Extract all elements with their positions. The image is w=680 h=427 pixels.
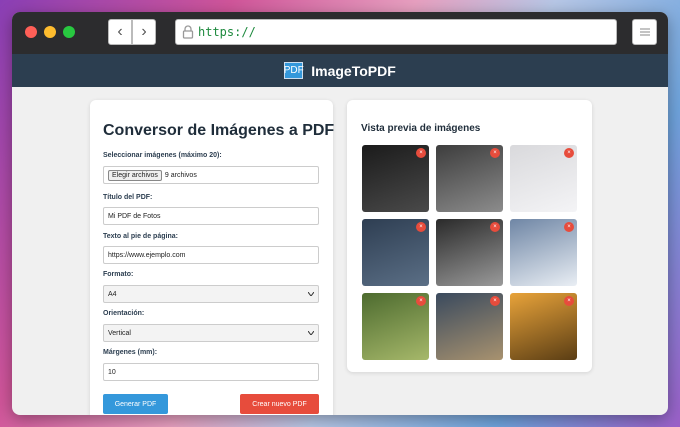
browser-chrome: ‹ › https:// — [12, 12, 668, 54]
format-label: Formato: — [103, 271, 134, 278]
orientation-label: Orientación: — [103, 310, 145, 317]
chevron-down-icon — [308, 292, 314, 296]
remove-image-button[interactable]: × — [564, 148, 574, 158]
chevron-left-icon: ‹ — [117, 23, 123, 40]
file-status: 9 archivos — [164, 171, 197, 179]
remove-image-button[interactable]: × — [490, 296, 500, 306]
remove-image-button[interactable]: × — [490, 222, 500, 232]
remove-image-button[interactable]: × — [490, 148, 500, 158]
chevron-right-icon: › — [141, 23, 147, 40]
margins-input[interactable]: 10 — [103, 363, 319, 381]
margins-label: Márgenes (mm): — [103, 349, 158, 356]
remove-image-button[interactable]: × — [416, 148, 426, 158]
remove-image-button[interactable]: × — [416, 296, 426, 306]
footer-text-input[interactable]: https://www.ejemplo.com — [103, 246, 319, 264]
app-header: PDF ImageToPDF — [12, 54, 668, 87]
remove-image-button[interactable]: × — [416, 222, 426, 232]
form-heading: Conversor de Imágenes a PDF — [103, 122, 335, 139]
back-button[interactable]: ‹ — [108, 19, 132, 45]
chevron-down-icon — [308, 331, 314, 335]
pdf-title-input[interactable]: Mi PDF de Fotos — [103, 207, 319, 225]
pdf-title-label: Título del PDF: — [103, 194, 153, 201]
file-input[interactable]: Elegir archivos 9 archivos — [103, 166, 319, 184]
format-value: A4 — [108, 290, 117, 298]
create-new-pdf-button[interactable]: Crear nuevo PDF — [240, 394, 319, 414]
address-bar[interactable]: https:// — [175, 19, 617, 45]
orientation-value: Vertical — [108, 329, 131, 337]
forward-button[interactable]: › — [132, 19, 156, 45]
preview-heading: Vista previa de imágenes — [361, 123, 481, 134]
generate-pdf-button[interactable]: Generar PDF — [103, 394, 168, 414]
app-title: ImageToPDF — [311, 62, 396, 79]
choose-files-button[interactable]: Elegir archivos — [108, 169, 162, 181]
format-select[interactable]: A4 — [103, 285, 319, 303]
lock-icon — [182, 25, 194, 39]
minimize-window-button[interactable] — [44, 26, 56, 38]
maximize-window-button[interactable] — [63, 26, 75, 38]
remove-image-button[interactable]: × — [564, 222, 574, 232]
url-text: https:// — [198, 25, 256, 39]
menu-icon — [639, 28, 650, 36]
close-window-button[interactable] — [25, 26, 37, 38]
browser-menu-button[interactable] — [632, 19, 657, 45]
orientation-select[interactable]: Vertical — [103, 324, 319, 342]
remove-image-button[interactable]: × — [564, 296, 574, 306]
footer-text-label: Texto al pie de página: — [103, 233, 178, 240]
images-label: Seleccionar imágenes (máximo 20): — [103, 152, 222, 159]
pdf-logo-icon: PDF — [284, 62, 304, 79]
